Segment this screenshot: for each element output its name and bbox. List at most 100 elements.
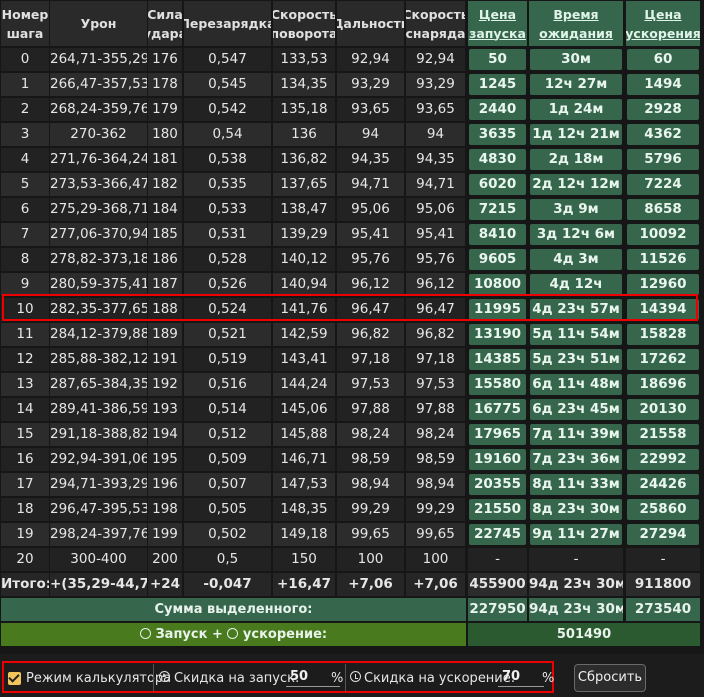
column-header-launch-cost[interactable]: Цена запуска: [468, 1, 527, 46]
cell-boost-cost[interactable]: 24426: [627, 474, 699, 495]
cell-launch-cost[interactable]: 2440: [469, 99, 526, 120]
cell-boost-cost[interactable]: 27294: [627, 524, 699, 545]
table-row[interactable]: 9 280,59-375,41 187 0,526 140,94 96,12 96,12 10…: [0, 272, 704, 297]
cell-wait-time[interactable]: 12ч 27м: [530, 74, 622, 95]
table-row[interactable]: 20 300-400 200 0,5 150 100 100- - -: [0, 547, 704, 572]
cell-boost-cost[interactable]: 7224: [627, 174, 699, 195]
cell-boost-cost[interactable]: 60: [627, 49, 699, 70]
table-row[interactable]: 2 268,24-359,76 179 0,542 135,18 93,65 93,65 24…: [0, 97, 704, 122]
cell-wait-time[interactable]: 5д 23ч 51м: [530, 349, 622, 370]
cell-launch-cost[interactable]: 22745: [469, 524, 526, 545]
calculator-mode-checkbox[interactable]: [8, 672, 21, 685]
cell-boost-cost[interactable]: 18696: [627, 374, 699, 395]
cell-wait-time[interactable]: 4д 3м: [530, 249, 622, 270]
cell-range: 94: [337, 123, 404, 146]
cell-wait-time[interactable]: 2д 12ч 12м: [530, 174, 622, 195]
cell-range: 100: [337, 548, 404, 571]
cell-range: 99,29: [337, 498, 404, 521]
table-row[interactable]: 14 289,41-386,59 193 0,514 145,06 97,88 97,88 1…: [0, 397, 704, 422]
column-header-boost-cost[interactable]: Цена ускорения: [626, 1, 700, 46]
table-row[interactable]: 0 264,71-355,29 176 0,547 133,53 92,94 92,94 50…: [0, 47, 704, 72]
cell-launch-cost[interactable]: 9605: [469, 249, 526, 270]
cell-boost-cost[interactable]: 2928: [627, 99, 699, 120]
cell-wait-time[interactable]: 9д 11ч 27м: [530, 524, 622, 545]
cell-boost-cost[interactable]: 14394: [627, 299, 699, 320]
table-row[interactable]: 15 291,18-388,82 194 0,512 145,88 98,24 98,24 1…: [0, 422, 704, 447]
cell-impact-force: 193: [148, 398, 182, 421]
cell-boost-cost[interactable]: 12960: [627, 274, 699, 295]
table-row[interactable]: 11 284,12-379,88 189 0,521 142,59 96,82 96,82 1…: [0, 322, 704, 347]
cell-wait-time[interactable]: 6д 23ч 45м: [530, 399, 622, 420]
cell-launch-cost[interactable]: 1245: [469, 74, 526, 95]
cell-projectile-speed: 94,35: [406, 148, 465, 171]
cell-boost-cost[interactable]: 4362: [627, 124, 699, 145]
selected-sum-row: Сумма выделенного: 227950 94д 23ч 30м 27354…: [0, 597, 704, 622]
cell-wait-time[interactable]: 4д 23ч 57м: [530, 299, 622, 320]
table-row[interactable]: 6 275,29-368,71 184 0,533 138,47 95,06 95,06 72…: [0, 197, 704, 222]
table-row[interactable]: 18 296,47-395,53 198 0,505 148,35 99,29 99,29 2…: [0, 497, 704, 522]
table-row[interactable]: 13 287,65-384,35 192 0,516 144,24 97,53 97,53 1…: [0, 372, 704, 397]
table-row[interactable]: 1 266,47-357,53 178 0,545 134,35 93,29 93,29 12…: [0, 72, 704, 97]
table-row[interactable]: 17 294,71-393,29 196 0,507 147,53 98,94 98,94 2…: [0, 472, 704, 497]
cell-boost-cost[interactable]: 11526: [627, 249, 699, 270]
table-row[interactable]: 5 273,53-366,47 182 0,535 137,65 94,71 94,71 60…: [0, 172, 704, 197]
cell-launch-cost[interactable]: 6020: [469, 174, 526, 195]
cell-launch-cost[interactable]: 4830: [469, 149, 526, 170]
cell-launch-cost[interactable]: 7215: [469, 199, 526, 220]
cell-boost-cost[interactable]: 5796: [627, 149, 699, 170]
cell-launch-cost[interactable]: 21550: [469, 499, 526, 520]
cell-wait-time[interactable]: 5д 11ч 54м: [530, 324, 622, 345]
table-row[interactable]: 10 282,35-377,65 188 0,524 141,76 96,47 96,47 1…: [0, 297, 704, 322]
cell-reload: 0,519: [184, 348, 271, 371]
cell-launch-cost[interactable]: 16775: [469, 399, 526, 420]
cell-turn-speed: 149,18: [273, 523, 335, 546]
cell-boost-cost[interactable]: 25860: [627, 499, 699, 520]
cell-launch-cost[interactable]: 14385: [469, 349, 526, 370]
cell-wait-time[interactable]: 8д 23ч 30м: [530, 499, 622, 520]
cell-wait-time[interactable]: 1д 24м: [530, 99, 622, 120]
cell-boost-cost[interactable]: 22992: [627, 449, 699, 470]
table-row[interactable]: 16 292,94-391,06 195 0,509 146,71 98,59 98,59 1…: [0, 447, 704, 472]
column-header-wait-time[interactable]: Время ожидания: [529, 1, 623, 46]
cell-step: 14: [1, 398, 49, 421]
cell-boost-cost[interactable]: 8658: [627, 199, 699, 220]
cell-wait-time[interactable]: 8д 11ч 33м: [530, 474, 622, 495]
cell-boost-cost[interactable]: 20130: [627, 399, 699, 420]
cell-launch-cost[interactable]: 19160: [469, 449, 526, 470]
cell-launch-cost[interactable]: 17965: [469, 424, 526, 445]
cell-launch-cost[interactable]: 15580: [469, 374, 526, 395]
cell-boost-cost[interactable]: 10092: [627, 224, 699, 245]
cell-wait-time[interactable]: 1д 12ч 21м: [530, 124, 622, 145]
cell-boost-cost[interactable]: 15828: [627, 324, 699, 345]
table-row[interactable]: 12 285,88-382,12 191 0,519 143,41 97,18 97,18 1…: [0, 347, 704, 372]
table-row[interactable]: 7 277,06-370,94 185 0,531 139,29 95,41 95,41 84…: [0, 222, 704, 247]
cell-wait-time[interactable]: 3д 9м: [530, 199, 622, 220]
cell-launch-cost[interactable]: 50: [469, 49, 526, 70]
cell-launch-cost[interactable]: 3635: [469, 124, 526, 145]
cell-wait-time[interactable]: 7д 23ч 36м: [530, 449, 622, 470]
table-row[interactable]: 3 270-362 180 0,54 136 94 94 3635 1д 12ч 21м 4362: [0, 122, 704, 147]
cell-launch-cost[interactable]: 10800: [469, 274, 526, 295]
cell-boost-cost[interactable]: 21558: [627, 424, 699, 445]
column-header-impact-force: Сила удара: [148, 1, 182, 46]
cell-wait-time[interactable]: 6д 11ч 48м: [530, 374, 622, 395]
cell-boost-cost[interactable]: 1494: [627, 74, 699, 95]
cell-wait-time[interactable]: 3д 12ч 6м: [530, 224, 622, 245]
cell-step: 0: [1, 48, 49, 71]
table-row[interactable]: 8 278,82-373,18 186 0,528 140,12 95,76 95,76 96…: [0, 247, 704, 272]
cell-impact-force: 189: [148, 323, 182, 346]
cell-launch-cost[interactable]: 8410: [469, 224, 526, 245]
cell-wait-time[interactable]: 7д 11ч 39м: [530, 424, 622, 445]
reset-button[interactable]: Сбросить: [574, 664, 646, 692]
cell-wait-time[interactable]: 2д 18м: [530, 149, 622, 170]
cell-wait-time[interactable]: 30м: [530, 49, 622, 70]
table-row[interactable]: 19 298,24-397,76 199 0,502 149,18 99,65 99,65 2…: [0, 522, 704, 547]
cell-launch-cost[interactable]: 11995: [469, 299, 526, 320]
cell-damage: 300-400: [50, 548, 147, 571]
cell-launch-cost[interactable]: 13190: [469, 324, 526, 345]
table-row[interactable]: 4 271,76-364,24 181 0,538 136,82 94,35 94,35 48…: [0, 147, 704, 172]
cell-launch-cost[interactable]: 20355: [469, 474, 526, 495]
boost-discount-input[interactable]: 70: [498, 667, 544, 687]
cell-wait-time[interactable]: 4д 12ч: [530, 274, 622, 295]
cell-boost-cost[interactable]: 17262: [627, 349, 699, 370]
